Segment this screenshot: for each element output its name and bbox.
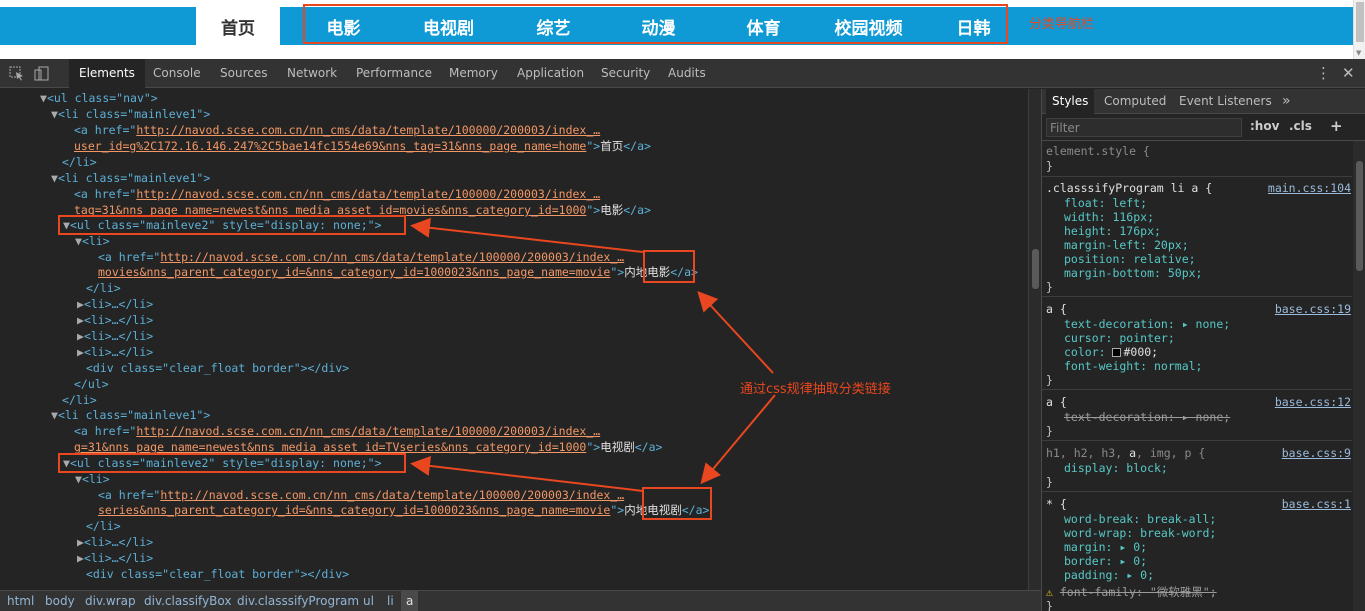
tab-console[interactable]: Console (143, 59, 211, 88)
rule-divider (1042, 296, 1352, 297)
inspect-icon[interactable] (9, 66, 25, 81)
cls-toggle-button[interactable]: .cls (1289, 119, 1312, 133)
rule-selector[interactable]: a { (1046, 302, 1067, 316)
css-property-color[interactable]: color: #000; (1064, 345, 1158, 359)
tab-elements[interactable]: Elements (69, 59, 145, 88)
tab-styles[interactable]: Styles (1046, 89, 1095, 114)
tab-computed[interactable]: Computed (1098, 89, 1172, 114)
rule-source-link[interactable]: main.css:104 (1268, 181, 1351, 195)
rule-close: } (1046, 159, 1053, 173)
tab-event-listeners[interactable]: Event Listeners (1173, 89, 1278, 114)
more-vert-icon[interactable]: ⋮ (1316, 59, 1331, 88)
breadcrumb-item[interactable]: div.classsifyProgram (237, 591, 359, 611)
styles-scrollbar-thumb[interactable] (1356, 161, 1363, 271)
css-property[interactable]: border: ▸ 0; (1064, 554, 1147, 568)
tab-performance[interactable]: Performance (346, 59, 442, 88)
breadcrumb-item[interactable]: div.classifyBox (144, 591, 231, 611)
elements-scrollbar-thumb[interactable] (1032, 249, 1039, 289)
rule-selector[interactable]: h1, h2, h3, a, img, p { (1046, 446, 1205, 460)
device-toggle-icon[interactable] (34, 66, 50, 81)
scroll-down-arrow-icon[interactable]: ▼ (1356, 49, 1361, 57)
css-property[interactable]: margin: ▸ 0; (1064, 540, 1147, 554)
rule-selector[interactable]: .classsifyProgram li a { (1046, 181, 1212, 195)
breadcrumb-item[interactable]: html (7, 591, 34, 611)
elements-scrollbar[interactable] (1028, 89, 1041, 590)
color-swatch[interactable] (1112, 348, 1122, 357)
hov-toggle-button[interactable]: :hov (1250, 119, 1279, 133)
tab-security[interactable]: Security (591, 59, 660, 88)
css-property[interactable]: margin-bottom: 50px; (1064, 266, 1202, 280)
tab-application[interactable]: Application (507, 59, 594, 88)
css-property[interactable]: cursor: pointer; (1064, 331, 1175, 345)
nav-home-link[interactable]: 首页 (196, 7, 280, 45)
rule-source-link[interactable]: base.css:9 (1282, 446, 1351, 460)
styles-filter-bar: :hov .cls + (1042, 114, 1365, 141)
nav-highlight-box (303, 4, 1008, 44)
css-property-overridden[interactable]: text-decoration: ▸ none; (1064, 410, 1230, 424)
nav-annotation: 分类导航栏 (1029, 17, 1095, 32)
rule-selector[interactable]: * { (1046, 497, 1067, 511)
rule-divider (1042, 491, 1352, 492)
tab-audits[interactable]: Audits (658, 59, 716, 88)
rule-source-link[interactable]: base.css:12 (1275, 395, 1351, 409)
css-property-warning[interactable]: ⚠ font-family: "微软雅黑"; (1046, 585, 1217, 599)
css-property[interactable]: display: block; (1064, 461, 1168, 475)
css-property[interactable]: text-decoration: ▸ none; (1064, 317, 1230, 331)
breadcrumb-item[interactable]: div.wrap (85, 591, 136, 611)
rule-source-link[interactable]: base.css:19 (1275, 302, 1351, 316)
breadcrumb-item-selected[interactable]: a (401, 591, 419, 611)
breadcrumb-item[interactable]: li (387, 591, 394, 611)
rule-close: } (1046, 373, 1053, 387)
page-scrollbar-thumb[interactable] (1356, 2, 1364, 42)
css-property[interactable]: margin-left: 20px; (1064, 238, 1189, 252)
breadcrumb: html body div.wrap div.classifyBox div.c… (0, 590, 1041, 611)
rule-divider (1042, 176, 1352, 177)
annotation-arrows (410, 217, 776, 492)
elements-dom-tree[interactable]: ▼<ul class="nav"> ▼<li class="mainleve1"… (0, 89, 1028, 590)
css-property[interactable]: height: 176px; (1064, 224, 1161, 238)
rule-divider (1042, 440, 1352, 441)
rule-selector[interactable]: element.style { (1046, 144, 1150, 158)
rule-divider (1042, 389, 1352, 390)
css-property[interactable]: font-weight: normal; (1064, 359, 1202, 373)
css-property[interactable]: word-break: break-all; (1064, 512, 1216, 526)
tab-network[interactable]: Network (277, 59, 347, 88)
styles-tabbar: Styles Computed Event Listeners » (1042, 89, 1365, 114)
breadcrumb-item[interactable]: body (45, 591, 75, 611)
css-property[interactable]: width: 116px; (1064, 210, 1154, 224)
rule-close: } (1046, 475, 1053, 489)
rule-close: } (1046, 280, 1053, 294)
more-tabs-icon[interactable]: » (1276, 89, 1297, 114)
new-rule-button[interactable]: + (1330, 117, 1343, 135)
tab-sources[interactable]: Sources (210, 59, 277, 88)
warning-icon: ⚠ (1046, 585, 1053, 599)
css-property[interactable]: word-wrap: break-word; (1064, 526, 1216, 540)
styles-scrollbar[interactable] (1353, 141, 1365, 611)
rule-selector[interactable]: a { (1046, 395, 1067, 409)
css-property[interactable]: position: relative; (1064, 252, 1196, 266)
styles-filter-input[interactable] (1046, 118, 1242, 137)
breadcrumb-item[interactable]: ul (363, 591, 374, 611)
devtools-toolbar: Elements Console Sources Network Perform… (0, 59, 1365, 88)
css-property[interactable]: padding: ▸ 0; (1064, 568, 1154, 582)
close-icon[interactable]: ✕ (1342, 59, 1355, 88)
rule-source-link[interactable]: base.css:1 (1282, 497, 1351, 511)
page-scrollbar[interactable]: ▼ (1353, 0, 1365, 59)
tab-memory[interactable]: Memory (439, 59, 508, 88)
rule-close: } (1046, 599, 1053, 611)
rule-close: } (1046, 424, 1053, 438)
css-property[interactable]: float: left; (1064, 196, 1147, 210)
page-preview: 首页 电影 电视剧 综艺 动漫 体育 校园视频 日韩 分类导航栏 ▼ (0, 0, 1365, 59)
styles-pane: Styles Computed Event Listeners » :hov .… (1041, 89, 1365, 611)
